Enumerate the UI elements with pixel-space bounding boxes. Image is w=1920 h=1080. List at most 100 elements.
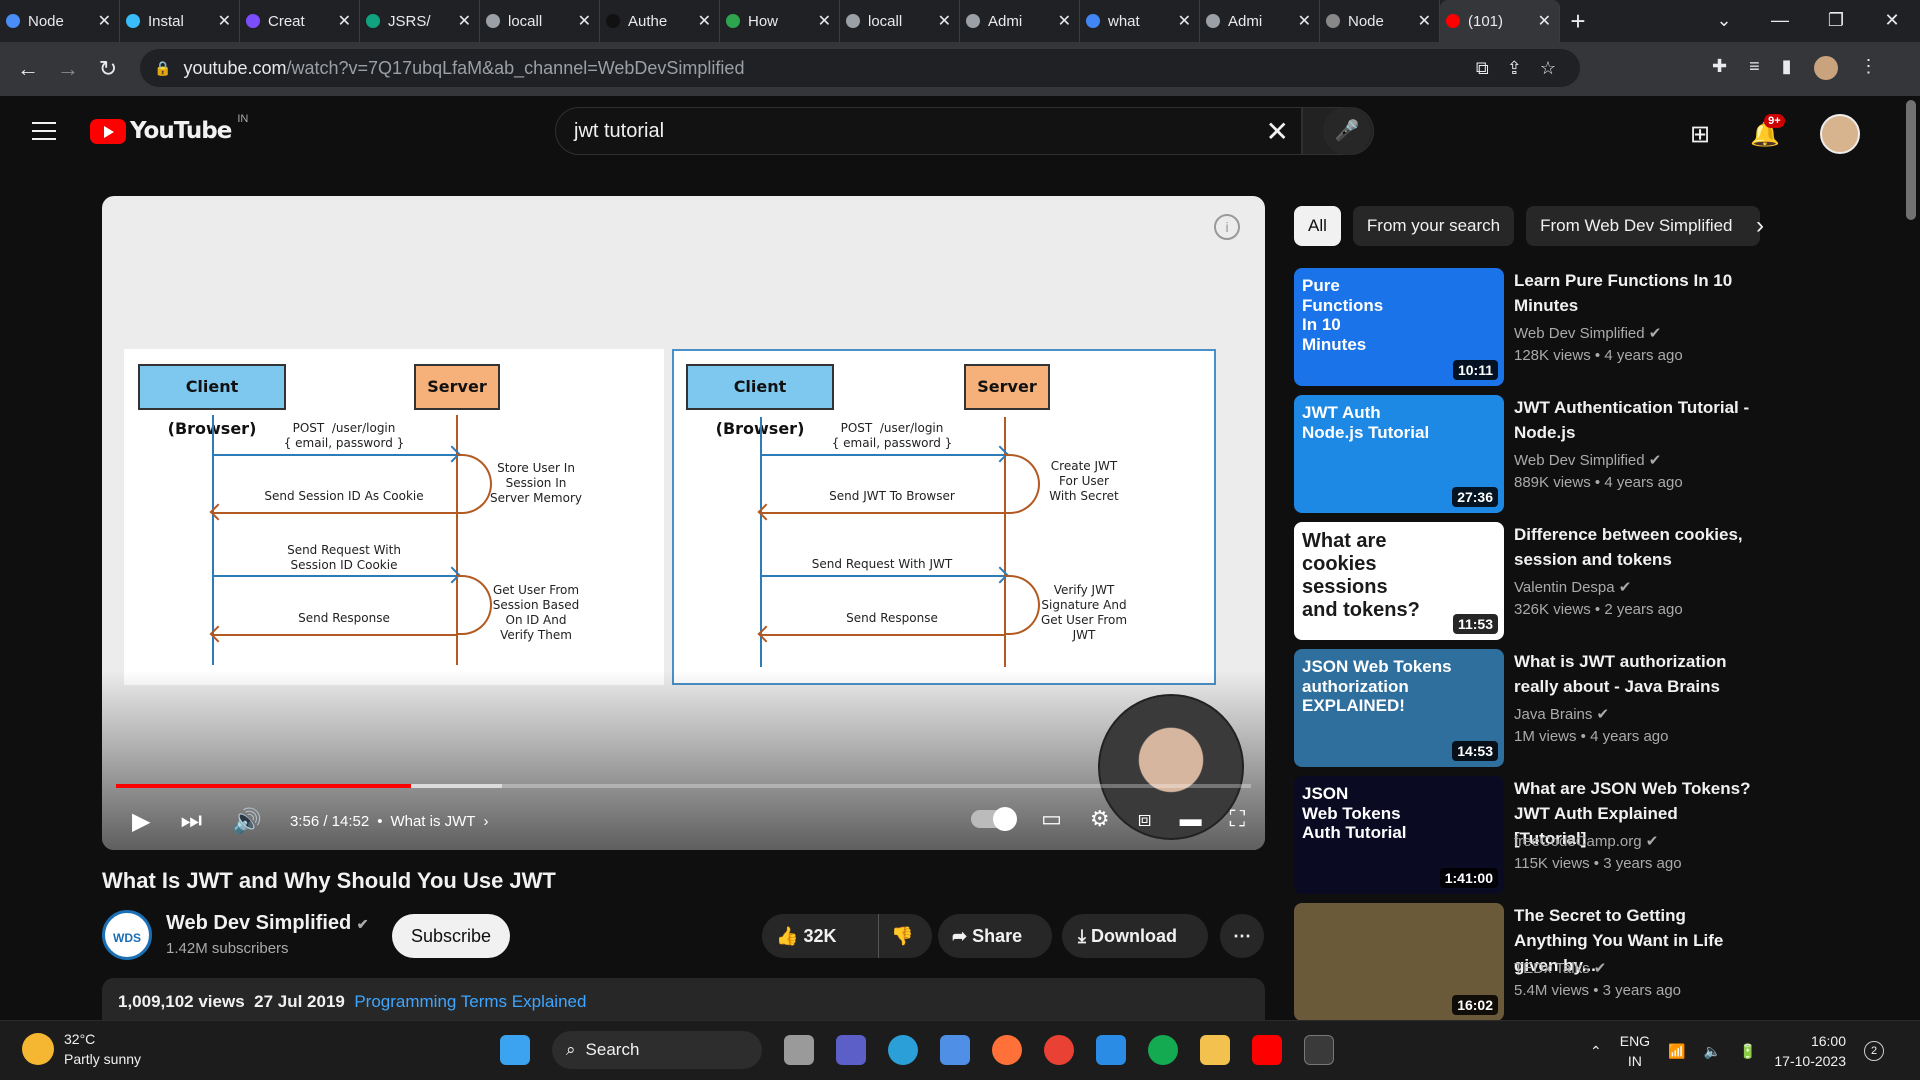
- browser-tab[interactable]: How ✕: [720, 0, 840, 42]
- firefox-icon[interactable]: [992, 1035, 1022, 1065]
- store-icon[interactable]: [940, 1035, 970, 1065]
- voice-search-button[interactable]: 🎤: [1323, 107, 1371, 155]
- like-button[interactable]: 👍 32K: [776, 914, 836, 958]
- close-window-icon[interactable]: ✕: [1864, 0, 1920, 42]
- chips-next-icon[interactable]: ›: [1756, 212, 1764, 240]
- download-button[interactable]: ⤓ Download: [1062, 914, 1208, 958]
- tab-close-icon[interactable]: ✕: [1178, 11, 1191, 31]
- description-box[interactable]: 1,009,102 views 27 Jul 2019 Programming …: [102, 978, 1265, 1022]
- browser-tab[interactable]: Creat ✕: [240, 0, 360, 42]
- play-icon[interactable]: ▶: [132, 807, 150, 836]
- url-field[interactable]: 🔒 youtube.com/watch?v=7Q17ubqLfaM&ab_cha…: [140, 49, 1580, 87]
- more-actions-button[interactable]: ⋯: [1220, 914, 1264, 958]
- recommended-video[interactable]: JSON Web Tokens authorization EXPLAINED!…: [1294, 649, 1727, 767]
- back-icon[interactable]: ←: [8, 56, 48, 82]
- edge-icon[interactable]: [888, 1035, 918, 1065]
- settings-gear-icon[interactable]: ⚙: [1090, 806, 1110, 832]
- chip-from-search[interactable]: From your search: [1352, 206, 1515, 246]
- minimize-icon[interactable]: —: [1752, 0, 1808, 42]
- media-control-icon[interactable]: ≡: [1749, 56, 1760, 80]
- tab-close-icon[interactable]: ✕: [1538, 11, 1551, 31]
- share-page-icon[interactable]: ⇪: [1507, 58, 1522, 79]
- browser-tab[interactable]: Admi ✕: [960, 0, 1080, 42]
- browser-tab[interactable]: Node ✕: [0, 0, 120, 42]
- forward-icon[interactable]: →: [48, 56, 88, 82]
- speaker-icon[interactable]: 🔈: [1704, 1043, 1721, 1060]
- chip-from-channel[interactable]: From Web Dev Simplified: [1526, 206, 1761, 246]
- terminal-icon[interactable]: [1304, 1035, 1334, 1065]
- browser-tab[interactable]: Instal ✕: [120, 0, 240, 42]
- weather-widget[interactable]: 32°C Partly sunny: [22, 1029, 141, 1069]
- progress-bar[interactable]: [116, 784, 1251, 788]
- youtube-app-icon[interactable]: [1252, 1035, 1282, 1065]
- video-thumbnail[interactable]: JWT Auth Node.js Tutorial 27:36: [1294, 395, 1504, 513]
- tab-close-icon[interactable]: ✕: [98, 11, 111, 31]
- wifi-icon[interactable]: 📶: [1668, 1043, 1685, 1060]
- tab-close-icon[interactable]: ✕: [458, 11, 471, 31]
- chapter-title[interactable]: What is JWT: [390, 813, 475, 830]
- youtube-logo[interactable]: YouTube IN: [90, 113, 248, 144]
- notifications-bell-icon[interactable]: 🔔 9+: [1750, 113, 1785, 149]
- reload-icon[interactable]: ↻: [88, 56, 128, 82]
- bookmark-star-icon[interactable]: ☆: [1540, 58, 1556, 79]
- tab-close-icon[interactable]: ✕: [578, 11, 591, 31]
- taskbar-search[interactable]: ⌕ Search: [552, 1031, 762, 1069]
- next-video-icon[interactable]: ⏭: [180, 807, 202, 835]
- browser-tab[interactable]: locall ✕: [840, 0, 960, 42]
- chrome-icon[interactable]: [1044, 1035, 1074, 1065]
- language-indicator[interactable]: ENG IN: [1620, 1031, 1650, 1071]
- tray-overflow-icon[interactable]: ⌃: [1590, 1043, 1602, 1060]
- chip-all[interactable]: All: [1294, 206, 1341, 246]
- share-button[interactable]: ➦ Share: [938, 914, 1052, 958]
- browser-tab[interactable]: JSRS/ ✕: [360, 0, 480, 42]
- menu-hamburger-icon[interactable]: [32, 122, 56, 146]
- restore-icon[interactable]: ❐: [1808, 0, 1864, 42]
- info-icon[interactable]: i: [1214, 214, 1240, 240]
- battery-icon[interactable]: 🔋: [1739, 1043, 1756, 1060]
- account-avatar[interactable]: [1820, 114, 1860, 154]
- tab-close-icon[interactable]: ✕: [938, 11, 951, 31]
- miniplayer-icon[interactable]: ⧈: [1138, 806, 1152, 832]
- recommended-video[interactable]: Pure Functions In 10 Minutes 10:11 Learn P…: [1294, 268, 1732, 386]
- subscribe-button[interactable]: Subscribe: [392, 914, 510, 958]
- browser-tab[interactable]: Admi ✕: [1200, 0, 1320, 42]
- video-thumbnail[interactable]: JSON Web Tokens authorization EXPLAINED!…: [1294, 649, 1504, 767]
- hashtag-link[interactable]: Programming Terms Explained: [354, 992, 586, 1011]
- browser-tab[interactable]: Authe ✕: [600, 0, 720, 42]
- subtitles-icon[interactable]: ▭: [1041, 806, 1062, 832]
- channel-avatar[interactable]: WDS: [102, 910, 152, 960]
- mongodb-compass-icon[interactable]: [1148, 1035, 1178, 1065]
- windows-start-icon[interactable]: [500, 1035, 530, 1065]
- tab-close-icon[interactable]: ✕: [218, 11, 231, 31]
- video-player[interactable]: i Client (Browser) Server POST /user/log…: [102, 196, 1265, 850]
- browser-tab[interactable]: (101) ✕: [1440, 0, 1560, 42]
- browser-tab[interactable]: what ✕: [1080, 0, 1200, 42]
- tab-close-icon[interactable]: ✕: [698, 11, 711, 31]
- dislike-button[interactable]: 👎: [878, 914, 913, 958]
- video-thumbnail[interactable]: What are cookies sessions and tokens? 11:…: [1294, 522, 1504, 640]
- clock[interactable]: 16:00 17-10-2023: [1774, 1031, 1846, 1071]
- extensions-icon[interactable]: ✚: [1712, 56, 1727, 80]
- side-panel-icon[interactable]: ▮: [1782, 56, 1792, 80]
- channel-name[interactable]: Web Dev Simplified ✔: [166, 912, 369, 935]
- teams-icon[interactable]: [836, 1035, 866, 1065]
- recommended-video[interactable]: 16:02 The Secret to Getting Anything You …: [1294, 903, 1723, 1021]
- browser-menu-icon[interactable]: ⋮: [1860, 56, 1878, 80]
- video-thumbnail[interactable]: 16:02: [1294, 903, 1504, 1021]
- autoplay-toggle[interactable]: [971, 807, 1018, 831]
- video-thumbnail[interactable]: Pure Functions In 10 Minutes 10:11: [1294, 268, 1504, 386]
- tab-close-icon[interactable]: ✕: [338, 11, 351, 31]
- chapter-chevron-icon[interactable]: ›: [483, 813, 488, 830]
- search-input[interactable]: jwt tutorial ✕: [555, 107, 1302, 155]
- video-thumbnail[interactable]: JSON Web Tokens Auth Tutorial 1:41:00: [1294, 776, 1504, 894]
- file-explorer-icon[interactable]: [1200, 1035, 1230, 1065]
- open-in-app-icon[interactable]: ⧉: [1476, 58, 1489, 79]
- volume-icon[interactable]: 🔊: [232, 807, 262, 836]
- recommended-video[interactable]: JWT Auth Node.js Tutorial 27:36 JWT Authen…: [1294, 395, 1749, 513]
- browser-tab[interactable]: locall ✕: [480, 0, 600, 42]
- clear-search-icon[interactable]: ✕: [1266, 115, 1289, 148]
- notification-center-badge[interactable]: 2: [1864, 1041, 1885, 1061]
- browser-profile-avatar[interactable]: [1813, 56, 1838, 80]
- tab-search-icon[interactable]: ⌄: [1696, 0, 1752, 42]
- page-scrollbar[interactable]: [1906, 100, 1916, 220]
